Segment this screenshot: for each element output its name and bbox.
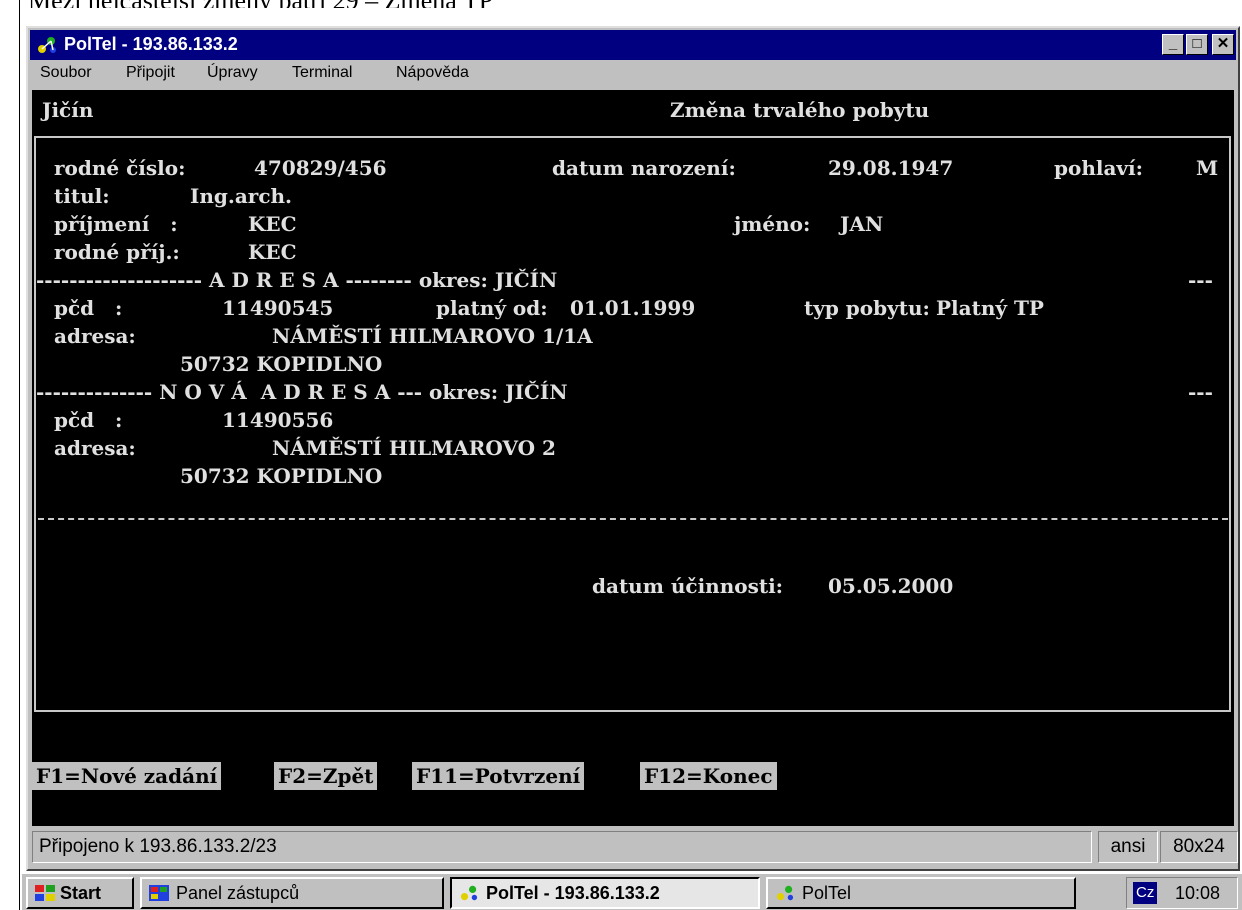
pcd-label: pčd :: [54, 296, 123, 320]
poltel-app-icon: [460, 885, 478, 901]
pcd-value: 11490545: [222, 296, 334, 320]
prijmeni-label: příjmení :: [54, 212, 178, 236]
status-bar: Připojeno k 193.86.133.2/23 ansi 80x24: [30, 828, 1238, 866]
jmeno-value: JAN: [840, 212, 884, 236]
prijmeni-value: KEC: [248, 212, 297, 236]
new-adresa-street: NÁMĚSTÍ HILMAROVO 2: [272, 436, 556, 460]
window-title: PolTel - 193.86.133.2: [64, 34, 238, 54]
taskbar: Start Panel zástupců PolTel - 193.86.133…: [22, 872, 1242, 910]
office-name: Jičín: [42, 98, 94, 122]
start-button[interactable]: Start: [26, 877, 134, 909]
address-header-tail: ---: [1188, 268, 1213, 292]
menu-napoveda[interactable]: Nápověda: [396, 64, 469, 82]
datum-ucinnosti-value: 05.05.2000: [828, 574, 954, 598]
platny-od-value: 01.01.1999: [570, 296, 696, 320]
poltel-app-icon: [38, 37, 56, 53]
record-frame: [34, 136, 1231, 712]
close-button[interactable]: ✕: [1212, 34, 1234, 55]
rodne-prijmeni-value: KEC: [248, 240, 297, 264]
f1-new-entry-key[interactable]: F1=Nové zadání: [32, 762, 222, 790]
start-label: Start: [60, 883, 102, 903]
terminal-size-status: 80x24: [1160, 831, 1238, 863]
menu-terminal[interactable]: Terminal: [292, 64, 352, 82]
menu-soubor[interactable]: Soubor: [40, 64, 92, 82]
language-indicator[interactable]: Cz: [1133, 882, 1158, 904]
new-address-header-tail: ---: [1188, 380, 1213, 404]
document-heading-fragment: Mezi nejčastější změny patří 29 – Změna …: [28, 0, 493, 8]
shortcut-panel-icon: [149, 885, 169, 901]
new-adresa-city: 50732 KOPIDLNO: [180, 464, 383, 488]
maximize-button[interactable]: □: [1186, 34, 1208, 55]
windows-logo-icon: [35, 885, 55, 901]
pohlavi-label: pohlaví:: [1054, 156, 1144, 180]
task-poltel[interactable]: PolTel: [766, 877, 1076, 909]
titul-label: titul:: [54, 184, 110, 208]
poltel-window: PolTel - 193.86.133.2 _ □ ✕ Soubor Připo…: [26, 26, 1240, 871]
new-pcd-value: 11490556: [222, 408, 334, 432]
rodne-cislo-value: 470829/456: [254, 156, 387, 180]
terminal-screen[interactable]: Jičín Změna trvalého pobytu rodné číslo:…: [32, 90, 1234, 826]
f2-back-key[interactable]: F2=Zpět: [274, 762, 378, 790]
titul-value: Ing.arch.: [190, 184, 293, 208]
datum-narozeni-label: datum narození:: [552, 156, 736, 180]
clock: 10:08: [1175, 883, 1221, 903]
datum-narozeni-value: 29.08.1947: [828, 156, 954, 180]
emulation-status: ansi: [1098, 831, 1158, 863]
adresa-label: adresa:: [54, 324, 136, 348]
connection-status: Připojeno k 193.86.133.2/23: [32, 831, 1092, 863]
title-bar[interactable]: PolTel - 193.86.133.2 _ □ ✕: [30, 30, 1236, 60]
task-poltel-session[interactable]: PolTel - 193.86.133.2: [450, 877, 760, 909]
jmeno-label: jméno:: [734, 212, 811, 236]
task-panel-zastupcu[interactable]: Panel zástupců: [140, 877, 444, 909]
address-header: -------------------- A D R E S A -------…: [36, 268, 558, 292]
poltel-app-icon: [776, 885, 794, 901]
rodne-prijmeni-label: rodné příj.:: [54, 240, 180, 264]
task-label: PolTel: [802, 883, 852, 903]
system-tray: Cz 10:08: [1126, 877, 1238, 909]
bottom-separator: [38, 518, 1228, 520]
adresa-street: NÁMĚSTÍ HILMAROVO 1/1A: [272, 324, 593, 348]
minimize-button[interactable]: _: [1162, 34, 1184, 55]
screen-title: Změna trvalého pobytu: [670, 98, 930, 122]
menu-pripojit[interactable]: Připojit: [126, 64, 175, 82]
new-pcd-label: pčd :: [54, 408, 123, 432]
document-margin-rule: [19, 0, 20, 910]
menu-upravy[interactable]: Úpravy: [207, 64, 258, 82]
platny-od-label: platný od:: [436, 296, 548, 320]
task-label: Panel zástupců: [176, 883, 300, 903]
pohlavi-value: M: [1196, 156, 1219, 180]
f12-end-key[interactable]: F12=Konec: [640, 762, 777, 790]
typ-pobytu-value: Platný TP: [936, 296, 1044, 320]
rodne-cislo-label: rodné číslo:: [54, 156, 186, 180]
new-adresa-label: adresa:: [54, 436, 136, 460]
new-address-header: -------------- N O V Á A D R E S A --- o…: [36, 380, 568, 404]
datum-ucinnosti-label: datum účinnosti:: [592, 574, 784, 598]
typ-pobytu-label: typ pobytu:: [804, 296, 930, 320]
adresa-city: 50732 KOPIDLNO: [180, 352, 383, 376]
task-label: PolTel - 193.86.133.2: [486, 883, 660, 903]
f11-confirm-key[interactable]: F11=Potvrzení: [412, 762, 585, 790]
